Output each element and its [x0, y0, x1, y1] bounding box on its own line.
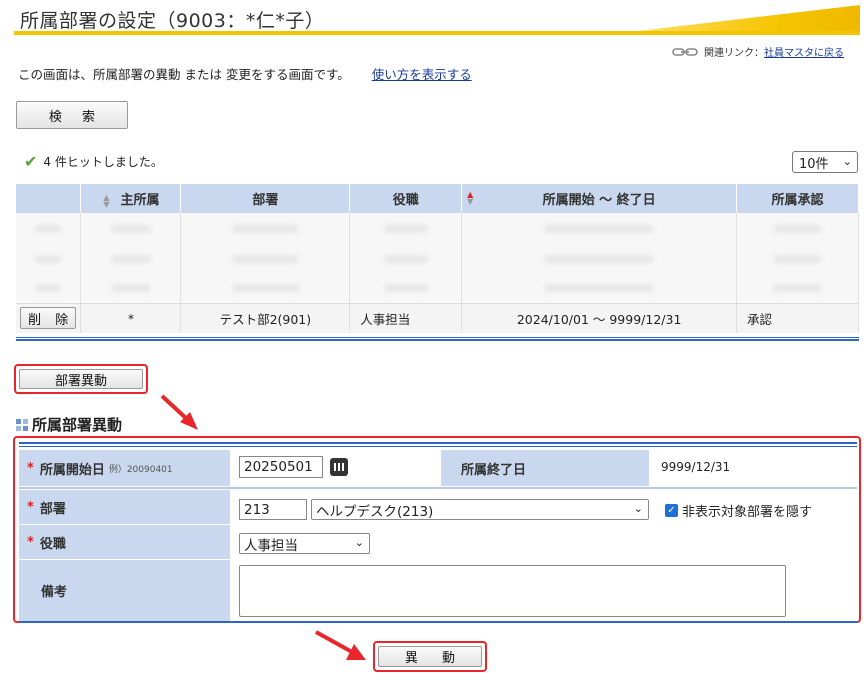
department-code-input[interactable]: 213 — [239, 499, 307, 520]
chevron-down-icon: ⌄ — [633, 502, 643, 515]
start-date-label: * 所属開始日 例）20090401 — [19, 450, 230, 486]
column-header-department: 部署 — [180, 184, 351, 213]
page-size-select[interactable]: 10件 ⌄ — [792, 151, 858, 173]
start-date-input[interactable]: 20250501 — [239, 456, 323, 478]
cell-primary: * — [80, 302, 182, 333]
column-header-action — [16, 184, 82, 213]
checkmark-icon: ✔ — [24, 152, 38, 171]
form-top-border — [19, 442, 857, 447]
intro: この画面は、所属部署の異動 または 変更をする画面です。 使い方を表示する — [18, 64, 472, 83]
chain-link-icon — [672, 47, 698, 56]
grid-icon — [16, 418, 28, 431]
title-bar: 所属部署の設定（9003：*仁*子） — [14, 3, 860, 35]
intro-text: この画面は、所属部署の異動 または 変更をする画面です。 — [18, 67, 350, 82]
red-arrow-icon — [160, 394, 198, 430]
department-select[interactable]: ヘルプデスク(213) ⌄ — [311, 499, 649, 520]
table-row: 削 除 * テスト部2(901) 人事担当 2024/10/01 ～ 9999/… — [16, 302, 859, 333]
position-select[interactable]: 人事担当 ⌄ — [239, 533, 370, 554]
chevron-down-icon: ⌄ — [842, 155, 852, 168]
table-row — [16, 213, 859, 243]
column-header-approval: 所属承認 — [736, 184, 859, 213]
form-bottom-border — [19, 621, 857, 623]
help-link[interactable]: 使い方を表示する — [372, 67, 472, 82]
cell-approval: 承認 — [736, 302, 859, 333]
required-mark: * — [27, 460, 34, 476]
sort-icon: ▲ ▼ — [103, 192, 110, 209]
required-mark: * — [27, 534, 34, 550]
back-to-employee-master-link[interactable]: 社員マスタに戻る — [764, 44, 844, 59]
move-form: * 所属開始日 例）20090401 20250501 所属終了日 9999/1… — [13, 436, 861, 623]
page-size-value: 10件 — [799, 156, 829, 172]
sort-icon: ▲ ▼ — [467, 190, 474, 206]
required-mark: * — [27, 499, 34, 515]
department-label: * 部署 — [19, 490, 230, 524]
page-title: 所属部署の設定（9003：*仁*子） — [20, 10, 325, 32]
hide-departments-checkbox[interactable]: ✓ — [665, 504, 678, 517]
cell-position: 人事担当 — [349, 302, 463, 333]
related-links: 関連リンク： 社員マスタに戻る — [672, 44, 844, 59]
department-move-button[interactable]: 部署異動 — [19, 369, 143, 389]
table-row — [16, 273, 859, 303]
memo-label: 備考 — [19, 560, 230, 621]
red-arrow-icon — [315, 630, 366, 660]
move-submit-button[interactable]: 異 動 — [378, 646, 482, 667]
row-divider — [19, 487, 857, 489]
results-table: ▲ ▼ 主所属 部署 役職 ▲ ▼ 所属開始 ～ 終了日 所属承認 削 除 * テスト部… — [16, 184, 859, 333]
table-bottom-border — [16, 337, 859, 341]
column-header-primary[interactable]: ▲ ▼ 主所属 — [80, 184, 182, 213]
search-button[interactable]: 検 索 — [16, 101, 128, 129]
move-button-highlight: 部署異動 — [14, 364, 148, 394]
cell-department: テスト部2(901) — [180, 302, 351, 333]
memo-textarea[interactable] — [239, 565, 786, 617]
calendar-icon[interactable] — [330, 458, 348, 476]
end-date-label: 所属終了日 — [441, 450, 649, 486]
hit-count: ✔ 4 件ヒットしました。 — [24, 152, 163, 171]
related-label: 関連リンク： — [704, 48, 764, 59]
table-header: ▲ ▼ 主所属 部署 役職 ▲ ▼ 所属開始 ～ 終了日 所属承認 — [16, 184, 859, 213]
delete-button[interactable]: 削 除 — [20, 307, 77, 330]
table-row — [16, 243, 859, 273]
column-header-period[interactable]: ▲ ▼ 所属開始 ～ 終了日 — [461, 184, 738, 213]
start-date-example: 例）20090401 — [108, 464, 173, 475]
submit-button-highlight: 異 動 — [373, 641, 487, 672]
section-title: 所属部署異動 — [16, 414, 122, 435]
end-date-value: 9999/12/31 — [661, 460, 731, 474]
position-label: * 役職 — [19, 525, 230, 559]
column-header-position: 役職 — [349, 184, 463, 213]
cell-period: 2024/10/01 ～ 9999/12/31 — [461, 302, 738, 333]
hit-count-text: 4 件ヒットしました。 — [43, 155, 163, 169]
hide-departments-label: 非表示対象部署を隠す — [682, 505, 813, 520]
chevron-down-icon: ⌄ — [354, 536, 364, 549]
